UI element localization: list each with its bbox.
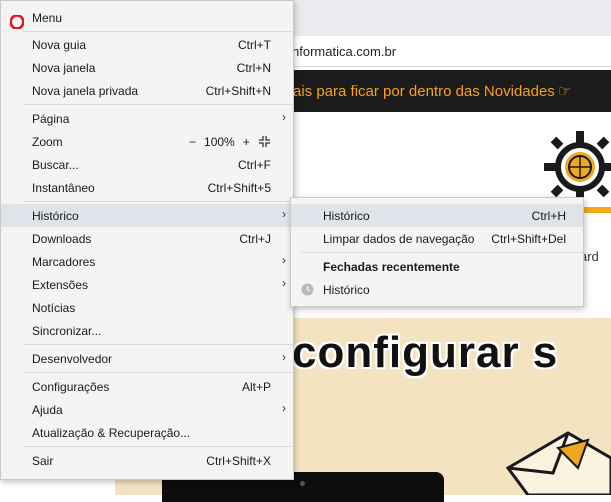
menu-item-label: Ajuda: [32, 403, 63, 417]
zoom-out-button[interactable]: −: [189, 135, 196, 149]
menu-divider: [23, 344, 293, 345]
chevron-right-icon: ›: [282, 207, 286, 221]
menu-item-configuracoes[interactable]: Configurações Alt+P: [1, 375, 293, 398]
fullscreen-exit-icon[interactable]: [259, 136, 270, 147]
menu-item-label: Notícias: [32, 301, 76, 315]
menu-title: Menu: [32, 11, 63, 25]
menu-divider: [23, 31, 293, 32]
menu-item-shortcut: Ctrl+N: [236, 61, 271, 75]
menu-item-shortcut: Ctrl+F: [238, 158, 271, 172]
address-bar-url[interactable]: nformatica.com.br: [292, 44, 396, 59]
menu-item-label: Desenvolvedor: [32, 352, 113, 366]
chevron-right-icon: ›: [282, 276, 286, 290]
menu-item-nova-janela-privada[interactable]: Nova janela privada Ctrl+Shift+N: [1, 79, 293, 102]
menu-item-label: Página: [32, 112, 70, 126]
menu-item-shortcut: Ctrl+Shift+N: [205, 84, 271, 98]
opera-logo-icon: [10, 15, 24, 29]
menu-item-label: Instantâneo: [32, 181, 95, 195]
menu-item-shortcut: Ctrl+Shift+5: [207, 181, 271, 195]
article-headline: configurar s: [292, 328, 559, 377]
menu-item-label: Nova guia: [32, 38, 87, 52]
menu-item-instantaneo[interactable]: Instantâneo Ctrl+Shift+5: [1, 176, 293, 199]
chevron-right-icon: ›: [282, 401, 286, 415]
menu-item-label: Sincronizar...: [32, 324, 102, 338]
menu-item-ajuda[interactable]: Ajuda ›: [1, 398, 293, 421]
menu-divider: [23, 201, 293, 202]
chevron-right-icon: ›: [282, 350, 286, 364]
menu-item-historico[interactable]: Histórico ›: [1, 204, 293, 227]
menu-item-atualizacao[interactable]: Atualização & Recuperação...: [1, 421, 293, 444]
submenu-item-limpar-dados[interactable]: Limpar dados de navegação Ctrl+Shift+Del: [291, 227, 583, 250]
menu-item-shortcut: Ctrl+H: [531, 209, 566, 223]
menu-item-desenvolvedor[interactable]: Desenvolvedor ›: [1, 347, 293, 370]
menu-item-downloads[interactable]: Downloads Ctrl+J: [1, 227, 293, 250]
menu-item-sincronizar[interactable]: Sincronizar...: [1, 319, 293, 342]
menu-item-label: Downloads: [32, 232, 92, 246]
menu-divider: [23, 104, 293, 105]
laptop-camera-dot: [300, 481, 305, 486]
zoom-in-button[interactable]: +: [243, 135, 250, 149]
menu-item-nova-janela[interactable]: Nova janela Ctrl+N: [1, 56, 293, 79]
recent-header-label: Fechadas recentemente: [323, 260, 460, 274]
menu-item-label: Sair: [32, 454, 54, 468]
menu-item-shortcut: Ctrl+T: [238, 38, 271, 52]
menu-item-nova-guia[interactable]: Nova guia Ctrl+T: [1, 33, 293, 56]
submenu-recent-header: Fechadas recentemente: [291, 255, 583, 278]
site-banner-link[interactable]: ais para ficar por dentro das Novidades ☞: [293, 82, 571, 100]
hand-pointing-right-icon: ☞: [557, 83, 572, 100]
menu-item-shortcut: Ctrl+Shift+X: [206, 454, 271, 468]
menu-item-label: Buscar...: [32, 158, 79, 172]
menu-item-marcadores[interactable]: Marcadores ›: [1, 250, 293, 273]
envelope-illustration-icon: [505, 431, 611, 495]
menu-item-shortcut: Alt+P: [241, 380, 271, 394]
menu-item-label: Histórico: [323, 283, 370, 297]
menu-item-extensoes[interactable]: Extensões ›: [1, 273, 293, 296]
menu-item-label: Zoom: [32, 135, 63, 149]
opera-main-menu: Menu Nova guia Ctrl+T Nova janela Ctrl+N…: [0, 0, 294, 480]
zoom-controls: −100% +: [189, 135, 258, 149]
history-submenu: Histórico Ctrl+H Limpar dados de navegaç…: [290, 197, 584, 307]
menu-item-label: Configurações: [32, 380, 110, 394]
menu-item-noticias[interactable]: Notícias: [1, 296, 293, 319]
menu-divider: [301, 252, 583, 253]
menu-item-shortcut: Ctrl+J: [239, 232, 271, 246]
menu-item-zoom: Zoom −100% +: [1, 130, 293, 153]
menu-item-label: Extensões: [32, 278, 89, 292]
submenu-item-historico[interactable]: Histórico Ctrl+H: [291, 204, 583, 227]
chevron-right-icon: ›: [282, 253, 286, 267]
chevron-right-icon: ›: [282, 110, 286, 124]
menu-divider: [23, 372, 293, 373]
clock-icon: [301, 283, 314, 296]
menu-item-label: Histórico: [32, 209, 79, 223]
menu-item-label: Histórico: [323, 209, 370, 223]
menu-item-label: Limpar dados de navegação: [323, 232, 475, 246]
menu-item-pagina[interactable]: Página ›: [1, 107, 293, 130]
menu-item-label: Nova janela: [32, 61, 96, 75]
menu-header[interactable]: Menu: [1, 6, 293, 29]
menu-item-label: Marcadores: [32, 255, 96, 269]
banner-text: ais para ficar por dentro das Novidades: [293, 83, 555, 100]
menu-item-label: Atualização & Recuperação...: [32, 426, 191, 440]
menu-item-buscar[interactable]: Buscar... Ctrl+F: [1, 153, 293, 176]
menu-item-label: Nova janela privada: [32, 84, 139, 98]
menu-item-sair[interactable]: Sair Ctrl+Shift+X: [1, 449, 293, 472]
menu-divider: [23, 446, 293, 447]
zoom-level: 100%: [204, 135, 235, 149]
menu-item-shortcut: Ctrl+Shift+Del: [491, 232, 566, 246]
submenu-recent-item[interactable]: Histórico: [291, 278, 583, 301]
